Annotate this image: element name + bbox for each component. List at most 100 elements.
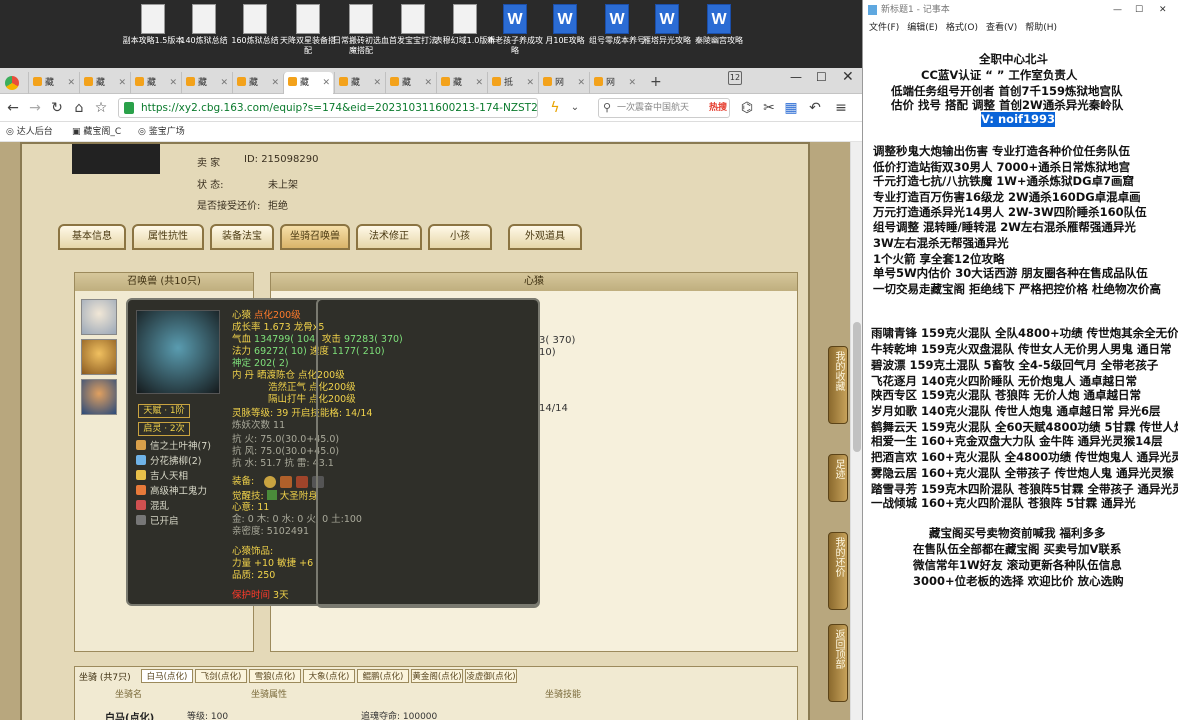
- notepad-line: 陕西专区 159克火混队 苍狼阵 无价人炮 通卓越日常: [871, 388, 1142, 402]
- url-input[interactable]: https://xy2.cbg.163.com/equip?s=174&eid=…: [118, 98, 538, 118]
- page-tab-2[interactable]: 属性抗性: [132, 224, 204, 250]
- browser-tab-7[interactable]: 藏 ✕: [334, 72, 384, 94]
- skill-name: 已开启: [150, 516, 179, 527]
- back-to-top-button[interactable]: 返回顶部: [828, 624, 848, 702]
- bookmark-2[interactable]: ▣ 藏宝阁_C: [72, 122, 121, 142]
- new-tab-button[interactable]: +: [650, 74, 662, 90]
- summon-skill[interactable]: 混乱: [136, 500, 169, 514]
- cut-icon[interactable]: ✂: [760, 99, 778, 117]
- tab-close-icon[interactable]: ✕: [577, 72, 585, 94]
- mount-tab-7[interactable]: 凌虚御(点化): [465, 669, 517, 683]
- notepad-menu-item[interactable]: 帮助(H): [1025, 23, 1057, 33]
- browser-tab-2[interactable]: 藏 ✕: [79, 72, 129, 94]
- summon-avatar-2[interactable]: [81, 339, 117, 375]
- page-scrollbar[interactable]: [850, 142, 862, 720]
- equip-icon-1[interactable]: [264, 476, 276, 488]
- maximize-button[interactable]: ☐: [816, 70, 827, 84]
- tab-close-icon[interactable]: ✕: [169, 72, 177, 94]
- hot-search-badge[interactable]: 热搜: [709, 99, 727, 117]
- tab-close-icon[interactable]: ✕: [526, 72, 534, 94]
- desktop-icon-12[interactable]: W 秦陵幽宫攻略: [688, 4, 750, 66]
- tab-close-icon[interactable]: ✕: [67, 72, 75, 94]
- page-tab-4[interactable]: 坐骑召唤兽: [280, 224, 350, 250]
- mount-tab-2[interactable]: 飞剑(点化): [195, 669, 247, 683]
- bookmarks-bar: ◎ 达人后台 ▣ 藏宝阁_C ◎ 鉴宝广场: [0, 122, 862, 142]
- page-tab-1[interactable]: 基本信息: [58, 224, 126, 250]
- mount-tab-1[interactable]: 白马(点化): [141, 669, 193, 683]
- summon-skill[interactable]: 吉人天相: [136, 470, 188, 484]
- browser-tab-1[interactable]: 藏 ✕: [28, 72, 78, 94]
- mount-tab-5[interactable]: 鲲鹏(点化): [357, 669, 409, 683]
- scrollbar-thumb[interactable]: [853, 322, 861, 452]
- browser-tab-12[interactable]: 网 ✕: [589, 72, 639, 94]
- page-tab-6[interactable]: 小孩: [428, 224, 492, 250]
- browser-tab-4[interactable]: 藏 ✕: [181, 72, 231, 94]
- back-arrow-icon[interactable]: ←: [4, 99, 22, 117]
- notepad-line: 踏雪寻芳 159克木四阶混队 苍狼阵5甘霖 全带孩子 通异光灵猴: [871, 482, 1178, 496]
- search-input[interactable]: ⚲ 一次震奋中国航天 热搜: [598, 98, 730, 118]
- tab-count-badge[interactable]: 12: [728, 71, 742, 85]
- protect-label: 保护时间: [232, 590, 271, 601]
- reload-icon[interactable]: ↻: [48, 99, 66, 117]
- page-tab-3[interactable]: 装备法宝: [210, 224, 274, 250]
- mount-col-name: 坐骑名: [115, 690, 143, 700]
- tab-close-icon[interactable]: ✕: [220, 72, 228, 94]
- dropdown-chevron-icon[interactable]: ⌄: [566, 99, 584, 117]
- notepad-line: 把酒言欢 160+克火混队 全4800功绩 传世炮鬼人 通异光灵猴: [871, 450, 1178, 464]
- tab-close-icon[interactable]: ✕: [322, 72, 330, 94]
- mount-tab-4[interactable]: 大象(点化): [303, 669, 355, 683]
- notepad-menu-item[interactable]: 格式(O): [946, 23, 978, 33]
- notepad-maximize-button[interactable]: ☐: [1135, 0, 1143, 20]
- tab-close-icon[interactable]: ✕: [373, 72, 381, 94]
- footprint-button[interactable]: 足迹: [828, 454, 848, 502]
- minimize-button[interactable]: —: [790, 70, 802, 84]
- summon-skill[interactable]: 信之土叶神(7): [136, 440, 211, 454]
- page-tab-7[interactable]: 外观道具: [508, 224, 582, 250]
- bookmark-1[interactable]: ◎ 达人后台: [6, 122, 53, 142]
- star-icon[interactable]: ☆: [92, 99, 110, 117]
- summon-avatar-1[interactable]: [81, 299, 117, 335]
- undo-icon[interactable]: ↶: [806, 99, 824, 117]
- bookmark-3[interactable]: ◎ 鉴宝广场: [138, 122, 185, 142]
- refine-count: 炼妖次数 11: [232, 420, 286, 431]
- summon-skill[interactable]: 分花拂柳(2): [136, 455, 201, 469]
- notepad-close-button[interactable]: ✕: [1159, 0, 1167, 20]
- close-window-button[interactable]: ✕: [842, 69, 854, 85]
- notepad-minimize-button[interactable]: —: [1113, 0, 1122, 20]
- summon-avatar-3[interactable]: [81, 379, 117, 415]
- page-tab-5[interactable]: 法术修正: [356, 224, 422, 250]
- notepad-menu-item[interactable]: 编辑(E): [907, 23, 938, 33]
- browser-tab-5[interactable]: 藏 ✕: [232, 72, 282, 94]
- role-portrait: [72, 144, 160, 174]
- summon-skill[interactable]: 高级神工鬼力: [136, 485, 207, 499]
- my-offers-button[interactable]: 我的还价: [828, 532, 848, 610]
- browser-tab-9[interactable]: 藏 ✕: [436, 72, 486, 94]
- tab-close-icon[interactable]: ✕: [628, 72, 636, 94]
- tab-label: 藏: [300, 78, 310, 88]
- browser-tab-10[interactable]: 抵 ✕: [487, 72, 537, 94]
- favorites-button[interactable]: 我的收藏: [828, 346, 848, 424]
- menu-icon[interactable]: ≡: [832, 99, 850, 117]
- mount-tab-3[interactable]: 雪狼(点化): [249, 669, 301, 683]
- equip-icon-2[interactable]: [280, 476, 292, 488]
- browser-tab-6[interactable]: 藏 ✕: [283, 72, 333, 94]
- notepad-line: 飞花逐月 140克火四阶睡队 无价炮鬼人 通卓越日常: [871, 374, 1138, 388]
- mount-tab-6[interactable]: 黄金阁(点化): [411, 669, 463, 683]
- tab-close-icon[interactable]: ✕: [424, 72, 432, 94]
- notepad-menu-item[interactable]: 文件(F): [869, 23, 899, 33]
- tab-close-icon[interactable]: ✕: [475, 72, 483, 94]
- notepad-menu-item[interactable]: 查看(V): [986, 23, 1017, 33]
- equip-icon-3[interactable]: [296, 476, 308, 488]
- home-icon[interactable]: ⌂: [70, 99, 88, 117]
- browser-tab-8[interactable]: 藏 ✕: [385, 72, 435, 94]
- tab-close-icon[interactable]: ✕: [271, 72, 279, 94]
- grid-icon[interactable]: ▦: [782, 99, 800, 117]
- tab-close-icon[interactable]: ✕: [118, 72, 126, 94]
- browser-tab-11[interactable]: 网 ✕: [538, 72, 588, 94]
- extension-icon[interactable]: ⌬: [738, 99, 756, 117]
- browser-logo-icon[interactable]: [5, 76, 19, 90]
- forward-arrow-icon[interactable]: →: [26, 99, 44, 117]
- lightning-icon[interactable]: ϟ: [546, 99, 564, 117]
- summon-skill[interactable]: 已开启: [136, 515, 179, 529]
- browser-tab-3[interactable]: 藏 ✕: [130, 72, 180, 94]
